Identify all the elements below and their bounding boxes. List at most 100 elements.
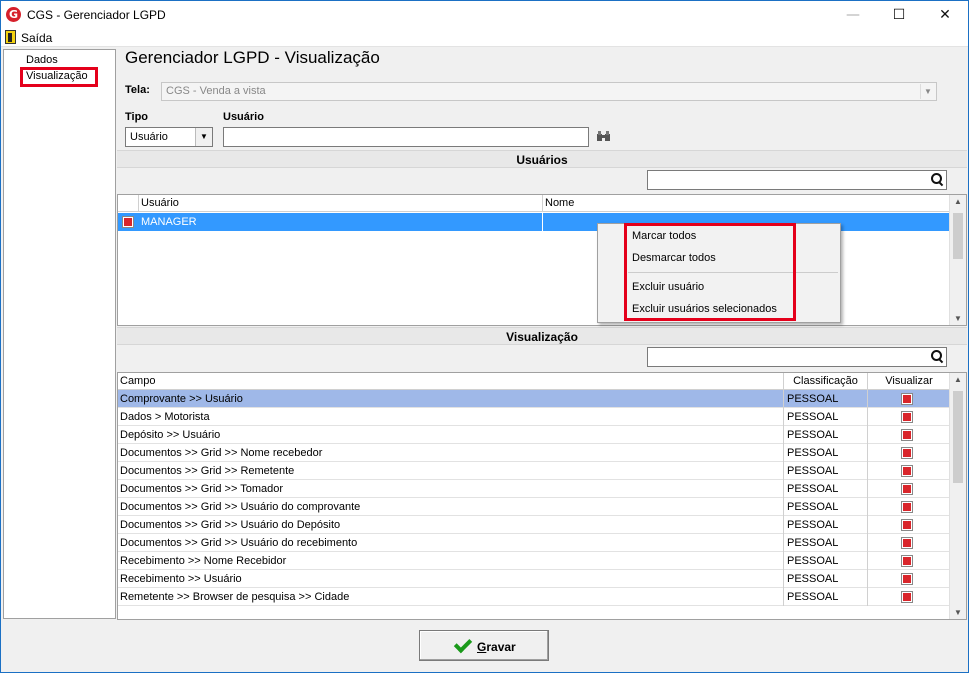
binoculars-search-icon[interactable] [597, 131, 610, 145]
classificacao-cell: PESSOAL [787, 555, 839, 567]
users-filter-input[interactable] [647, 170, 947, 190]
chevron-down-icon[interactable]: ▼ [920, 84, 935, 99]
visualizar-checkbox[interactable] [901, 429, 913, 441]
scroll-thumb[interactable] [953, 391, 963, 483]
campo-cell: Remetente >> Browser de pesquisa >> Cida… [120, 591, 350, 603]
table-row[interactable]: Dados > Motorista PESSOAL [118, 408, 950, 426]
classificacao-cell: PESSOAL [787, 483, 839, 495]
column-nome[interactable]: Nome [545, 197, 574, 209]
classificacao-cell: PESSOAL [787, 465, 839, 477]
save-button-label: Gravar [477, 640, 516, 654]
table-row[interactable]: Documentos >> Grid >> Usuário do recebim… [118, 534, 950, 552]
vis-grid-header: Campo Classificação Visualizar [118, 373, 950, 390]
menu-divider [628, 272, 838, 273]
table-row[interactable]: Depósito >> Usuário PESSOAL [118, 426, 950, 444]
search-icon[interactable] [931, 350, 943, 362]
classificacao-cell: PESSOAL [787, 411, 839, 423]
visualizar-checkbox[interactable] [901, 393, 913, 405]
campo-cell: Documentos >> Grid >> Remetente [120, 465, 295, 477]
campo-cell: Documentos >> Grid >> Nome recebedor [120, 447, 323, 459]
exit-door-icon[interactable] [5, 30, 16, 44]
user-row-checkbox[interactable] [122, 216, 134, 228]
visualizar-checkbox[interactable] [901, 555, 913, 567]
tipo-value: Usuário [130, 131, 168, 143]
page-title: Gerenciador LGPD - Visualização [125, 48, 380, 67]
menu-exit[interactable]: Saída [21, 31, 52, 45]
column-visualizar[interactable]: Visualizar [868, 375, 950, 387]
chevron-down-icon[interactable]: ▼ [195, 128, 212, 146]
visualizar-checkbox[interactable] [901, 483, 913, 495]
table-row[interactable]: Documentos >> Grid >> Usuário do comprov… [118, 498, 950, 516]
classificacao-cell: PESSOAL [787, 447, 839, 459]
classificacao-cell: PESSOAL [787, 501, 839, 513]
classificacao-cell: PESSOAL [787, 393, 839, 405]
vis-scrollbar[interactable]: ▲ ▼ [949, 373, 966, 619]
vis-grid[interactable]: Campo Classificação Visualizar Comprovan… [117, 372, 967, 620]
visualizar-checkbox[interactable] [901, 447, 913, 459]
close-button[interactable]: ✕ [922, 1, 968, 29]
visualizar-checkbox[interactable] [901, 465, 913, 477]
visualizar-checkbox[interactable] [901, 411, 913, 423]
checkmark-icon [453, 634, 473, 654]
scroll-up-icon[interactable]: ▲ [950, 375, 966, 384]
table-row[interactable]: Documentos >> Grid >> Nome recebedor PESS… [118, 444, 950, 462]
vis-filter-input[interactable] [647, 347, 947, 367]
nav-highlight-box [20, 67, 98, 87]
left-nav: Dados Visualização [3, 49, 116, 619]
campo-cell: Documentos >> Grid >> Tomador [120, 483, 284, 495]
menu-item-marcar-todos[interactable]: Marcar todos [632, 230, 696, 242]
campo-cell: Dados > Motorista [120, 411, 210, 423]
campo-cell: Documentos >> Grid >> Usuário do Depósit… [120, 519, 341, 531]
usuario-label: Usuário [223, 111, 264, 123]
campo-cell: Documentos >> Grid >> Usuário do recebim… [120, 537, 358, 549]
tipo-select[interactable]: Usuário ▼ [125, 127, 213, 147]
table-row[interactable]: Recebimento >> Nome Recebidor PESSOAL [118, 552, 950, 570]
menu-item-excluir-selecionados[interactable]: Excluir usuários selecionados [632, 303, 777, 315]
table-row[interactable]: Documentos >> Grid >> Remetente PESSOAL [118, 462, 950, 480]
tela-select[interactable]: CGS - Venda a vista ▼ [161, 82, 937, 101]
column-campo[interactable]: Campo [120, 375, 155, 387]
scroll-down-icon[interactable]: ▼ [950, 314, 966, 323]
campo-cell: Recebimento >> Usuário [120, 573, 242, 585]
scroll-up-icon[interactable]: ▲ [950, 197, 966, 206]
tela-label: Tela: [125, 84, 150, 96]
visualizar-checkbox[interactable] [901, 573, 913, 585]
visualizar-checkbox[interactable] [901, 591, 913, 603]
table-row[interactable]: Remetente >> Browser de pesquisa >> Cida… [118, 588, 950, 606]
classificacao-cell: PESSOAL [787, 429, 839, 441]
minimize-button[interactable]: — [830, 1, 876, 29]
window-title: CGS - Gerenciador LGPD [27, 8, 166, 22]
vis-grid-body: Comprovante >> Usuário PESSOAL Dados > Mot… [118, 390, 950, 606]
app-logo-icon: G [6, 7, 21, 22]
save-button[interactable]: Gravar [419, 630, 549, 661]
classificacao-cell: PESSOAL [787, 537, 839, 549]
scroll-thumb[interactable] [953, 213, 963, 259]
visualizar-checkbox[interactable] [901, 537, 913, 549]
search-icon[interactable] [931, 173, 943, 185]
maximize-button[interactable]: ☐ [876, 1, 922, 29]
menu-item-desmarcar-todos[interactable]: Desmarcar todos [632, 252, 716, 264]
vis-section-header: Visualização [117, 327, 967, 345]
visualizar-checkbox[interactable] [901, 501, 913, 513]
campo-cell: Documentos >> Grid >> Usuário do comprov… [120, 501, 361, 513]
campo-cell: Depósito >> Usuário [120, 429, 221, 441]
menu-item-excluir-usuario[interactable]: Excluir usuário [632, 281, 704, 293]
scroll-down-icon[interactable]: ▼ [950, 608, 966, 617]
users-scrollbar[interactable]: ▲ ▼ [949, 195, 966, 325]
classificacao-cell: PESSOAL [787, 573, 839, 585]
app-window: G CGS - Gerenciador LGPD — ☐ ✕ Saída Dad… [0, 0, 969, 673]
table-row[interactable]: Documentos >> Grid >> Tomador PESSOAL [118, 480, 950, 498]
table-row[interactable]: Comprovante >> Usuário PESSOAL [118, 390, 950, 408]
campo-cell: Comprovante >> Usuário [120, 393, 243, 405]
title-bar[interactable]: G CGS - Gerenciador LGPD — ☐ ✕ [1, 1, 968, 29]
column-classificacao[interactable]: Classificação [784, 375, 867, 387]
table-row[interactable]: Documentos >> Grid >> Usuário do Depósit… [118, 516, 950, 534]
menu-bar: Saída [1, 29, 968, 47]
nav-item-dados[interactable]: Dados [26, 54, 58, 66]
usuario-input[interactable] [223, 127, 589, 147]
classificacao-cell: PESSOAL [787, 591, 839, 603]
column-usuario[interactable]: Usuário [141, 197, 179, 209]
user-row-usuario: MANAGER [141, 216, 197, 228]
table-row[interactable]: Recebimento >> Usuário PESSOAL [118, 570, 950, 588]
visualizar-checkbox[interactable] [901, 519, 913, 531]
